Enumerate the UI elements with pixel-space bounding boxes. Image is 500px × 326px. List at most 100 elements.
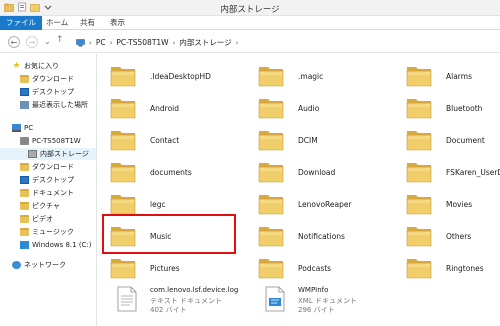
folder-label: Bluetooth: [446, 104, 483, 113]
back-button[interactable]: ←: [8, 36, 20, 48]
nav-label: お気に入り: [24, 62, 59, 70]
desktop-icon: [20, 176, 29, 184]
breadcrumb-device[interactable]: PC-TS508T1W: [116, 38, 168, 47]
folder-label: .magic: [298, 72, 324, 81]
nav-item-c-drive[interactable]: Windows 8.1 (C:): [20, 239, 92, 251]
folder-icon: [406, 222, 432, 250]
recent-locations-dropdown[interactable]: ⌄: [44, 37, 51, 46]
nav-item-internal-storage[interactable]: 内部ストレージ: [0, 148, 96, 160]
nav-label: デスクトップ: [32, 88, 74, 96]
nav-item-device[interactable]: PC-TS508T1W: [20, 135, 81, 147]
folder-item[interactable]: Pictures: [110, 254, 250, 284]
address-bar: ← → ⌄ ↑ › PC › PC-TS508T1W › 内部ストレージ ›: [0, 31, 500, 53]
arrow-up-icon: ↑: [56, 35, 64, 45]
nav-label: ミュージック: [32, 228, 74, 236]
nav-item-recent[interactable]: 最近表示した場所: [20, 99, 88, 111]
xml-document-icon: [264, 286, 286, 314]
folder-icon: [110, 62, 136, 90]
folder-item[interactable]: Alarms: [406, 62, 500, 92]
folder-label: Android: [150, 104, 179, 113]
download-folder-icon: [20, 75, 29, 83]
folder-icon: [406, 62, 432, 90]
folder-item[interactable]: Podcasts: [258, 254, 398, 284]
windows-drive-icon: [20, 241, 29, 249]
breadcrumb-separator[interactable]: ›: [236, 39, 239, 47]
nav-label: デスクトップ: [32, 176, 74, 184]
breadcrumb[interactable]: › PC › PC-TS508T1W › 内部ストレージ ›: [76, 37, 239, 48]
nav-label: Windows 8.1 (C:): [32, 241, 92, 249]
music-folder-icon: [20, 228, 29, 236]
text-document-icon: [116, 286, 138, 314]
breadcrumb-separator[interactable]: ›: [110, 39, 113, 47]
folder-item[interactable]: DCIM: [258, 126, 398, 156]
folder-item[interactable]: Notifications: [258, 222, 398, 252]
file-name: com.lenovo.lsf.device.log: [150, 286, 239, 294]
folder-item[interactable]: Others: [406, 222, 500, 252]
tab-file[interactable]: ファイル: [0, 16, 42, 30]
folder-item[interactable]: Ringtones: [406, 254, 500, 284]
file-item[interactable]: WMPInfo XML ドキュメント 296 バイト: [258, 286, 398, 322]
folder-icon: [406, 158, 432, 186]
nav-label: ピクチャ: [32, 202, 60, 210]
up-button[interactable]: ↑: [56, 35, 64, 45]
tab-view[interactable]: 表示: [102, 16, 133, 30]
folder-label: Ringtones: [446, 264, 484, 273]
nav-item-documents[interactable]: ドキュメント: [20, 187, 74, 199]
pc-icon: [76, 38, 85, 46]
nav-pc[interactable]: PC: [12, 122, 33, 134]
nav-item-pc-desktop[interactable]: デスクトップ: [20, 174, 74, 186]
nav-label: PC: [24, 124, 34, 132]
tab-home[interactable]: ホーム: [38, 16, 76, 30]
window-title: 内部ストレージ: [220, 5, 280, 15]
nav-item-pc-downloads[interactable]: ダウンロード: [20, 161, 74, 173]
folder-icon: [258, 62, 284, 90]
folder-item[interactable]: .magic: [258, 62, 398, 92]
folder-item[interactable]: Download: [258, 158, 398, 188]
folder-item[interactable]: Movies: [406, 190, 500, 220]
chevron-down-icon: ⌄: [44, 37, 51, 46]
folder-item[interactable]: Audio: [258, 94, 398, 124]
folder-label: Movies: [446, 200, 473, 209]
folder-label: Pictures: [150, 264, 180, 273]
nav-item-pictures[interactable]: ピクチャ: [20, 200, 60, 212]
nav-item-desktop[interactable]: デスクトップ: [20, 86, 74, 98]
file-item[interactable]: com.lenovo.lsf.device.log テキスト ドキュメント 402 …: [110, 286, 250, 322]
nav-item-downloads[interactable]: ダウンロード: [20, 73, 74, 85]
ribbon-tabs: ファイル ホーム 共有 表示: [0, 16, 500, 30]
nav-label: ドキュメント: [32, 189, 74, 197]
nav-network[interactable]: ネットワーク: [12, 259, 66, 271]
forward-button[interactable]: →: [26, 36, 38, 48]
nav-item-music[interactable]: ミュージック: [20, 226, 74, 238]
music-highlight-box: [102, 214, 236, 254]
file-size: 402 バイト: [150, 306, 187, 314]
folder-label: Download: [298, 168, 336, 177]
file-size: 296 バイト: [298, 306, 335, 314]
folder-icon: [258, 190, 284, 218]
storage-icon: [28, 150, 37, 158]
device-icon: [20, 137, 29, 145]
folder-label: Alarms: [446, 72, 472, 81]
breadcrumb-pc[interactable]: PC: [96, 38, 106, 47]
arrow-right-icon: →: [28, 37, 36, 47]
folder-item[interactable]: Contact: [110, 126, 250, 156]
breadcrumb-separator[interactable]: ›: [89, 39, 92, 47]
nav-label: ネットワーク: [24, 261, 66, 269]
nav-label: ダウンロード: [32, 75, 74, 83]
tab-share[interactable]: 共有: [72, 16, 103, 30]
folder-item[interactable]: Android: [110, 94, 250, 124]
folder-item[interactable]: documents: [110, 158, 250, 188]
folder-icon: [258, 254, 284, 282]
breadcrumb-storage[interactable]: 内部ストレージ: [179, 37, 231, 48]
folder-item[interactable]: FSKaren_UserDic: [406, 158, 500, 188]
folder-icon: [258, 126, 284, 154]
folder-icon: [110, 126, 136, 154]
folder-item[interactable]: Document: [406, 126, 500, 156]
breadcrumb-separator[interactable]: ›: [173, 39, 176, 47]
file-name: WMPInfo: [298, 286, 329, 294]
folder-item[interactable]: Bluetooth: [406, 94, 500, 124]
folder-item[interactable]: .IdeaDesktopHD: [110, 62, 250, 92]
folder-item[interactable]: LenovoReaper: [258, 190, 398, 220]
arrow-left-icon: ←: [10, 37, 18, 47]
nav-favorites[interactable]: ★ お気に入り: [12, 60, 59, 72]
nav-item-videos[interactable]: ビデオ: [20, 213, 53, 225]
